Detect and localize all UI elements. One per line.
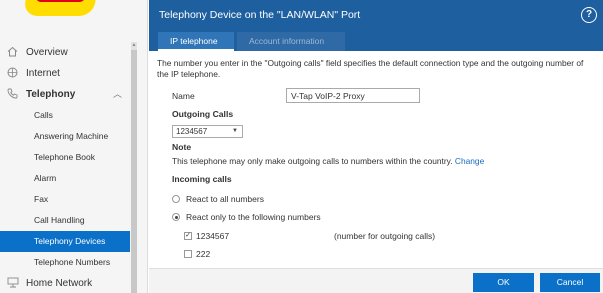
number-label: 222: [196, 249, 211, 259]
ok-button[interactable]: OK: [473, 273, 534, 292]
radio-button[interactable]: [172, 195, 180, 203]
home-icon: [6, 46, 19, 59]
checkbox-unchecked[interactable]: [184, 250, 192, 258]
sidebar-item-label: Internet: [26, 68, 60, 79]
sidebar-item-alarm[interactable]: Alarm: [0, 168, 130, 189]
dropdown-arrow-icon: ▼: [232, 128, 238, 134]
change-link[interactable]: Change: [455, 156, 484, 166]
number-label: 1234567: [196, 231, 230, 241]
intro-text: The number you enter in the "Outgoing ca…: [157, 58, 584, 79]
sidebar-scrollbar[interactable]: ▲: [131, 42, 137, 293]
page-title: Telephony Device on the "LAN/WLAN" Port: [159, 9, 361, 21]
sidebar-item-label: Overview: [26, 47, 68, 58]
name-input[interactable]: [286, 88, 420, 103]
sidebar-item-internet[interactable]: Internet: [0, 63, 130, 84]
cancel-button[interactable]: Cancel: [540, 273, 600, 292]
sidebar-item-label: Home Network: [26, 278, 93, 289]
note-text: This telephone may only make outgoing ca…: [172, 156, 484, 166]
sidebar-item-calls[interactable]: Calls: [0, 105, 130, 126]
note-heading: Note: [172, 142, 192, 152]
network-icon: [6, 277, 19, 290]
outgoing-number-select[interactable]: 1234567 ▼: [172, 125, 243, 138]
outgoing-calls-heading: Outgoing Calls: [172, 109, 234, 119]
page-header: Telephony Device on the "LAN/WLAN" Port …: [149, 0, 603, 30]
sidebar-item-home-network[interactable]: Home Network: [0, 273, 130, 293]
sidebar-item-answering-machine[interactable]: Answering Machine: [0, 126, 130, 147]
help-icon[interactable]: ?: [581, 7, 597, 23]
incoming-calls-heading: Incoming calls: [172, 174, 232, 184]
sidebar-item-overview[interactable]: Overview: [0, 42, 130, 63]
fritz-logo[interactable]: [0, 0, 130, 38]
tab-account-information[interactable]: Account information: [237, 32, 345, 51]
phone-icon: [6, 88, 19, 101]
chevron-up-icon: ︿: [112, 89, 122, 99]
sidebar-nav: Overview Internet Telephony ︿ Calls Answ…: [0, 42, 130, 293]
note-body: This telephone may only make outgoing ca…: [172, 156, 453, 166]
checkbox-checked[interactable]: ✓: [184, 232, 192, 240]
scroll-up-arrow-icon[interactable]: ▲: [131, 42, 137, 49]
radio-label: React only to the following numbers: [186, 212, 321, 222]
sidebar: Overview Internet Telephony ︿ Calls Answ…: [0, 0, 148, 293]
name-label: Name: [172, 91, 195, 101]
number-note: (number for outgoing calls): [334, 231, 436, 241]
sidebar-item-telephony-devices[interactable]: Telephony Devices: [0, 231, 130, 252]
logo-band: [35, 0, 87, 2]
sidebar-item-telephony[interactable]: Telephony ︿: [0, 84, 130, 105]
logo-shape: [23, 0, 99, 16]
form-content: The number you enter in the "Outgoing ca…: [149, 51, 603, 266]
outgoing-number-value: 1234567: [176, 127, 208, 136]
radio-label: React to all numbers: [186, 194, 264, 204]
sidebar-item-call-handling[interactable]: Call Handling: [0, 210, 130, 231]
sidebar-item-telephone-book[interactable]: Telephone Book: [0, 147, 130, 168]
sidebar-item-fax[interactable]: Fax: [0, 189, 130, 210]
globe-icon: [6, 67, 19, 80]
sidebar-item-telephone-numbers[interactable]: Telephone Numbers: [0, 252, 130, 273]
radio-button-checked[interactable]: [172, 213, 180, 221]
main-panel: Telephony Device on the "LAN/WLAN" Port …: [149, 0, 603, 293]
scrollbar-thumb[interactable]: [131, 50, 137, 293]
tab-bar: IP telephone Account information: [149, 30, 603, 51]
sidebar-item-label: Telephony: [26, 89, 76, 100]
tab-ip-telephone[interactable]: IP telephone: [158, 32, 234, 51]
button-footer: OK Cancel: [149, 268, 603, 293]
